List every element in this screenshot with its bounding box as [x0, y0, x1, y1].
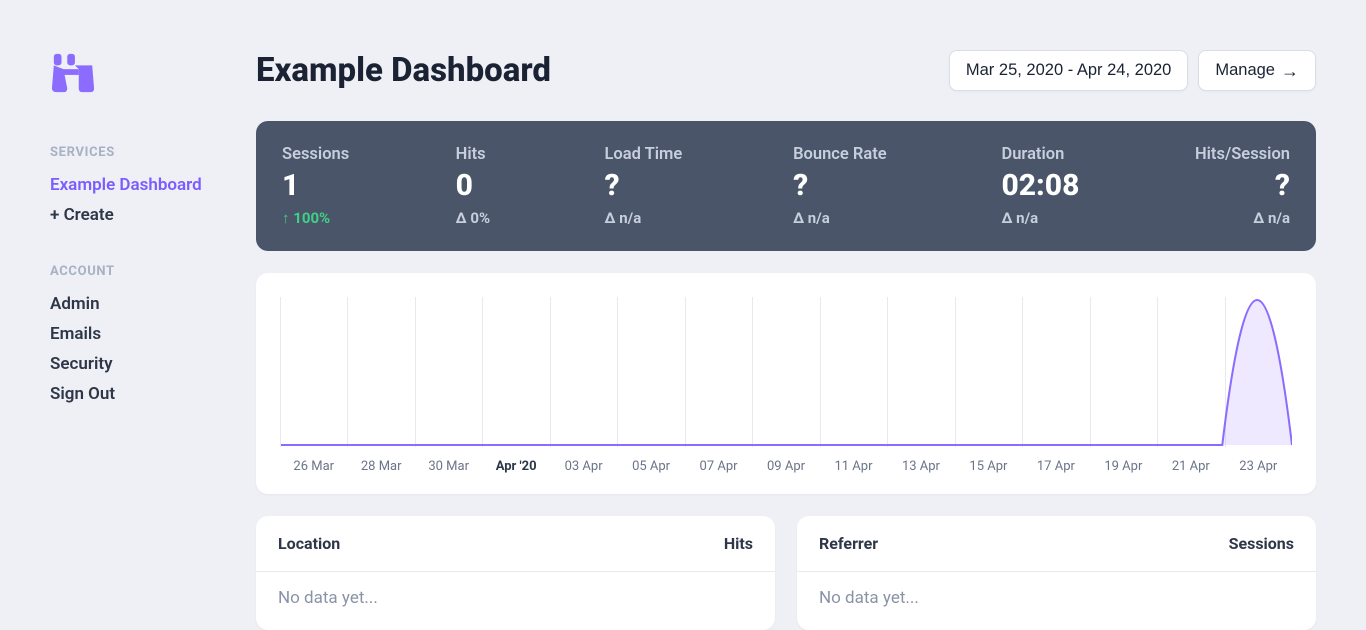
- stat-value: ?: [793, 168, 1001, 203]
- chart-tick: 21 Apr: [1157, 459, 1224, 474]
- stat-delta: Δ n/a: [793, 209, 1001, 227]
- referrer-panel: Referrer Sessions No data yet...: [797, 516, 1316, 630]
- sidebar-item-sign-out[interactable]: Sign Out: [50, 379, 256, 409]
- stat-label: Bounce Rate: [793, 145, 1001, 164]
- stat-value: ?: [605, 168, 794, 203]
- stat-delta: ↑ 100%: [282, 209, 456, 227]
- panel-metric: Hits: [724, 534, 753, 553]
- stat-label: Load Time: [605, 145, 794, 164]
- chart-tick: 15 Apr: [955, 459, 1022, 474]
- nav-section-account: ACCOUNT Admin Emails Security Sign Out: [50, 264, 256, 409]
- panel-metric: Sessions: [1229, 534, 1294, 553]
- chart-tick: 13 Apr: [887, 459, 954, 474]
- chart-tick: 28 Mar: [347, 459, 414, 474]
- stat-delta: Δ n/a: [1195, 209, 1290, 227]
- arrow-right-icon: →: [1281, 62, 1299, 80]
- nav-section-label: SERVICES: [50, 145, 256, 160]
- stat-value: 1: [282, 168, 456, 203]
- chart-tick: 23 Apr: [1225, 459, 1292, 474]
- chart-tick: 17 Apr: [1022, 459, 1089, 474]
- sessions-chart-card: 26 Mar28 Mar30 MarApr '2003 Apr05 Apr07 …: [256, 273, 1316, 494]
- date-range-button[interactable]: Mar 25, 2020 - Apr 24, 2020: [949, 50, 1188, 91]
- manage-label: Manage: [1215, 61, 1275, 80]
- chart-tick: 07 Apr: [685, 459, 752, 474]
- date-range-label: Mar 25, 2020 - Apr 24, 2020: [966, 61, 1171, 80]
- stat-load-time: Load Time ? Δ n/a: [605, 145, 794, 227]
- stat-delta: Δ n/a: [605, 209, 794, 227]
- header-actions: Mar 25, 2020 - Apr 24, 2020 Manage →: [949, 50, 1316, 91]
- sidebar: SERVICES Example Dashboard + Create ACCO…: [0, 0, 256, 615]
- stat-label: Hits: [456, 145, 605, 164]
- manage-button[interactable]: Manage →: [1198, 50, 1316, 91]
- panel-empty-state: No data yet...: [256, 572, 775, 630]
- stat-value: 0: [456, 168, 605, 203]
- stat-delta: Δ 0%: [456, 209, 605, 227]
- chart-plot-area: [280, 297, 1292, 447]
- panel-title: Referrer: [819, 534, 878, 553]
- sidebar-item-example-dashboard[interactable]: Example Dashboard: [50, 170, 256, 200]
- nav-section-services: SERVICES Example Dashboard + Create: [50, 145, 256, 230]
- stats-card: Sessions 1 ↑ 100% Hits 0 Δ 0% Load Time …: [256, 121, 1316, 251]
- page-header: Example Dashboard Mar 25, 2020 - Apr 24,…: [256, 50, 1316, 91]
- stat-delta: Δ n/a: [1001, 209, 1195, 227]
- main-content: Example Dashboard Mar 25, 2020 - Apr 24,…: [256, 0, 1366, 615]
- stat-hits: Hits 0 Δ 0%: [456, 145, 605, 227]
- chart-line: [281, 297, 1292, 447]
- stat-label: Duration: [1001, 145, 1195, 164]
- panel-header: Referrer Sessions: [797, 516, 1316, 571]
- chart-tick: 30 Mar: [415, 459, 482, 474]
- sidebar-item-emails[interactable]: Emails: [50, 319, 256, 349]
- bottom-panels: Location Hits No data yet... Referrer Se…: [256, 516, 1316, 630]
- chart-tick: 09 Apr: [752, 459, 819, 474]
- stat-sessions: Sessions 1 ↑ 100%: [282, 145, 456, 227]
- panel-header: Location Hits: [256, 516, 775, 571]
- stat-duration: Duration 02:08 Δ n/a: [1001, 145, 1195, 227]
- stat-bounce-rate: Bounce Rate ? Δ n/a: [793, 145, 1001, 227]
- panel-title: Location: [278, 534, 340, 553]
- chart-tick: 11 Apr: [820, 459, 887, 474]
- stat-hits-session: Hits/Session ? Δ n/a: [1195, 145, 1290, 227]
- stat-value: ?: [1195, 168, 1290, 203]
- logo-binoculars-icon: [50, 50, 256, 100]
- sidebar-item-admin[interactable]: Admin: [50, 289, 256, 319]
- chart-tick: 19 Apr: [1090, 459, 1157, 474]
- nav-section-label: ACCOUNT: [50, 264, 256, 279]
- location-panel: Location Hits No data yet...: [256, 516, 775, 630]
- stat-label: Hits/Session: [1195, 145, 1290, 164]
- page-title: Example Dashboard: [256, 51, 551, 90]
- chart-tick: 26 Mar: [280, 459, 347, 474]
- sidebar-item-security[interactable]: Security: [50, 349, 256, 379]
- stat-value: 02:08: [1001, 168, 1195, 203]
- chart-x-axis: 26 Mar28 Mar30 MarApr '2003 Apr05 Apr07 …: [280, 459, 1292, 474]
- sidebar-item-create[interactable]: + Create: [50, 200, 256, 230]
- panel-empty-state: No data yet...: [797, 572, 1316, 630]
- chart-tick: 05 Apr: [617, 459, 684, 474]
- chart-tick: Apr '20: [482, 459, 549, 474]
- stat-label: Sessions: [282, 145, 456, 164]
- chart-tick: 03 Apr: [550, 459, 617, 474]
